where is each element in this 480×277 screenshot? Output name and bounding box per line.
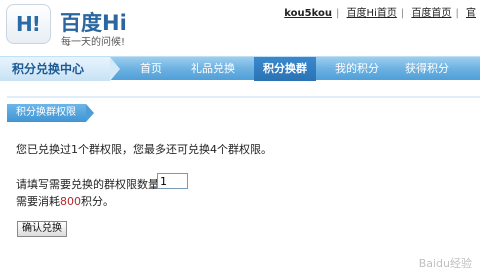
cost-value: 800 (60, 195, 81, 208)
cost-prefix: 需要消耗 (16, 195, 60, 208)
nav-title: 积分兑换中心 (0, 57, 120, 81)
baidu-home-link[interactable]: 百度首页 (411, 8, 451, 19)
main-nav: 积分兑换中心 首页 礼品兑换 积分换群 我的积分 获得积分 (0, 56, 480, 81)
watermark: Baidu经验 (418, 257, 472, 270)
cost-text: 需要消耗800积分。 (16, 193, 114, 209)
nav-item-my-points[interactable]: 我的积分 (326, 57, 388, 81)
top-links: kou5kou | 百度Hi首页 | 百度首页 | 官 (280, 4, 480, 19)
section-tab: 积分换群权限 (7, 104, 94, 122)
user-link[interactable]: kou5kou (284, 8, 332, 19)
separator: | (336, 8, 340, 19)
official-link[interactable]: 官 (466, 8, 476, 19)
separator: | (400, 8, 405, 19)
quantity-input[interactable] (157, 173, 188, 189)
nav-item-home[interactable]: 首页 (126, 57, 176, 81)
hi-home-link[interactable]: 百度Hi首页 (347, 8, 397, 19)
baidu-hi-logo-icon[interactable]: H! (6, 4, 51, 44)
slogan: 每一天的问候! (61, 37, 126, 48)
confirm-exchange-button[interactable]: 确认兑换 (17, 221, 67, 237)
nav-item-points-for-group[interactable]: 积分换群 (254, 57, 316, 81)
cost-suffix: 积分。 (81, 195, 114, 208)
separator: | (455, 8, 459, 19)
quantity-label: 请填写需要兑换的群权限数量： (16, 178, 170, 191)
nav-item-gift-exchange[interactable]: 礼品兑换 (182, 57, 244, 81)
nav-item-earn-points[interactable]: 获得积分 (396, 57, 458, 81)
exchange-info-text: 您已兑换过1个群权限，您最多还可兑换4个群权限。 (16, 143, 272, 156)
header: H! 百度Hi 每一天的问候! kou5kou | 百度Hi首页 | 百度首页 | 官 (0, 0, 480, 50)
logo-badge-text: H! (16, 12, 41, 36)
